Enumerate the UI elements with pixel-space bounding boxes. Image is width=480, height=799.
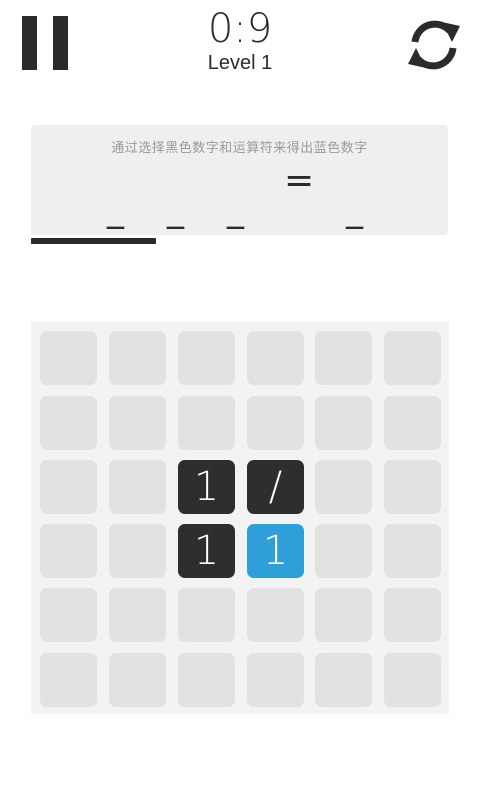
empty-cell[interactable] [40,524,97,578]
empty-cell[interactable] [315,331,372,385]
empty-cell[interactable] [109,588,166,642]
empty-cell[interactable] [178,331,235,385]
instruction-text: 通过选择黑色数字和运算符来得出蓝色数字 [111,141,368,156]
restart-button[interactable] [402,16,466,74]
empty-cell[interactable] [247,331,304,385]
empty-cell[interactable] [384,653,441,707]
empty-cell[interactable] [109,653,166,707]
equation-slot-1: _ [107,190,124,230]
game-board: 1/1 1 [31,322,449,714]
empty-cell[interactable] [178,653,235,707]
empty-cell[interactable] [315,588,372,642]
number-tile[interactable]: 1 [178,460,235,514]
empty-cell[interactable] [40,653,97,707]
target-tile: 1 [247,524,304,578]
equation-slot-3: _ [227,190,244,230]
empty-cell[interactable] [315,524,372,578]
empty-cell[interactable] [247,588,304,642]
timer-progress-bar [31,238,156,244]
empty-cell[interactable] [315,460,372,514]
equation-slot-2: _ [167,190,184,230]
empty-cell[interactable] [109,396,166,450]
empty-cell[interactable] [178,396,235,450]
empty-cell[interactable] [40,331,97,385]
empty-cell[interactable] [109,331,166,385]
empty-cell[interactable] [384,524,441,578]
empty-cell[interactable] [40,460,97,514]
number-tile[interactable]: 1 [178,524,235,578]
empty-cell[interactable] [109,524,166,578]
empty-cell[interactable] [109,460,166,514]
empty-cell[interactable] [384,588,441,642]
empty-cell[interactable] [384,331,441,385]
empty-cell[interactable] [384,460,441,514]
empty-cell[interactable] [247,396,304,450]
empty-cell[interactable] [384,396,441,450]
empty-cell[interactable] [178,588,235,642]
equals-sign: = [284,160,315,201]
empty-cell[interactable] [315,653,372,707]
empty-cell[interactable] [40,588,97,642]
result-slot: _ [346,190,363,230]
empty-cell[interactable] [40,396,97,450]
empty-cell[interactable] [247,653,304,707]
empty-cell[interactable] [315,396,372,450]
number-tile[interactable]: / [247,460,304,514]
refresh-icon [408,20,460,70]
